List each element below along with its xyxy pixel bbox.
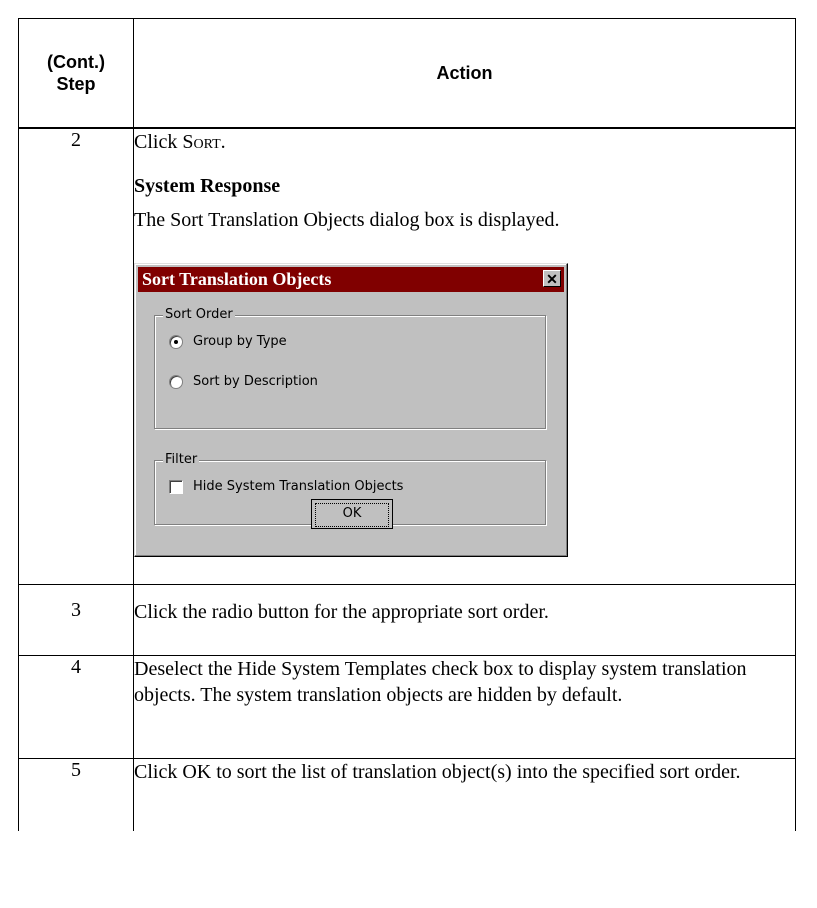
ok-button[interactable]: OK — [311, 499, 393, 529]
action-text-suffix: . — [220, 131, 226, 153]
checkbox-unchecked-icon[interactable] — [169, 480, 183, 494]
sort-translation-objects-dialog: Sort Translation Objects ✕ Sort Order Gr… — [134, 263, 568, 557]
system-response-heading: System Response — [134, 175, 281, 197]
step-number: 2 — [18, 127, 134, 585]
sort-by-description-label: Sort by Description — [193, 374, 318, 389]
action-text: Click OK to sort the list of translation… — [133, 758, 796, 831]
table-header-row: (Cont.) Step Action — [18, 18, 796, 129]
step-number: 5 — [18, 758, 134, 831]
group-by-type-label: Group by Type — [193, 334, 287, 349]
system-response-text: The Sort Translation Objects dialog box … — [134, 209, 560, 231]
step-column-header: (Cont.) Step — [18, 18, 134, 129]
radio-selected-icon[interactable] — [169, 335, 183, 349]
close-icon[interactable]: ✕ — [543, 270, 561, 287]
sort-command-text: Sort — [182, 131, 221, 153]
sort-order-group: Sort Order Group by Type Sort by Descrip… — [154, 307, 546, 429]
dialog-titlebar: Sort Translation Objects ✕ — [138, 267, 564, 292]
action-cell: Click Sort. System Response The Sort Tra… — [133, 127, 796, 585]
step-number: 3 — [18, 584, 134, 656]
sort-order-legend: Sort Order — [163, 307, 235, 323]
hide-system-objects-checkbox[interactable]: Hide System Translation Objects — [169, 479, 403, 495]
action-text: Click Sort. — [134, 129, 795, 155]
step-number: 4 — [18, 655, 134, 759]
table-row: 2 Click Sort. System Response The Sort T… — [18, 127, 796, 585]
dialog-title: Sort Translation Objects — [142, 269, 332, 289]
action-text: Click the radio button for the appropria… — [133, 584, 796, 656]
step-header-line2: Step — [56, 74, 96, 94]
ok-button-label: OK — [315, 503, 389, 527]
table-row: 5 Click OK to sort the list of translati… — [18, 758, 796, 831]
hide-system-objects-label: Hide System Translation Objects — [193, 479, 404, 494]
procedure-table: (Cont.) Step Action 2 Click Sort. System… — [18, 18, 796, 831]
action-column-header: Action — [133, 18, 796, 129]
step-header-line1: (Cont.) — [47, 52, 105, 72]
table-row: 4 Deselect the Hide System Templates che… — [18, 655, 796, 759]
group-by-type-radio[interactable]: Group by Type — [169, 334, 287, 350]
action-text: Deselect the Hide System Templates check… — [133, 655, 796, 759]
radio-unselected-icon[interactable] — [169, 375, 183, 389]
filter-legend: Filter — [163, 452, 200, 468]
sort-by-description-radio[interactable]: Sort by Description — [169, 374, 318, 390]
action-text-prefix: Click — [134, 131, 183, 153]
table-row: 3 Click the radio button for the appropr… — [18, 584, 796, 656]
